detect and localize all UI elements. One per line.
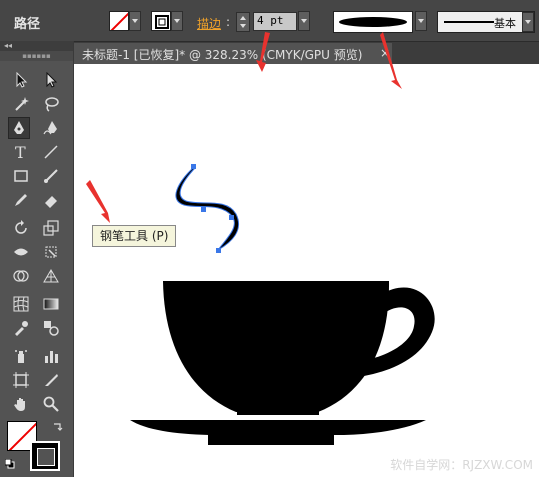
free-transform-tool-icon[interactable] (40, 241, 62, 263)
anchor-point[interactable] (229, 215, 234, 220)
stroke-color-swatch[interactable] (151, 11, 171, 31)
stroke-panel-link[interactable]: 描边 (197, 15, 221, 32)
spinner-arrows-icon (240, 16, 246, 28)
rectangle-tool-icon[interactable] (10, 165, 32, 187)
eraser-tool-icon[interactable] (40, 189, 62, 211)
stroke-color-dropdown[interactable] (171, 11, 183, 31)
stroke-weight-spinner[interactable] (236, 12, 250, 32)
document-tab[interactable]: 未标题-1 [已恢复]* @ 328.23% (CMYK/GPU 预览) × (74, 43, 392, 64)
cup-base (237, 404, 319, 415)
pencil-tool-icon[interactable] (10, 189, 32, 211)
width-profile-dropdown[interactable] (415, 11, 427, 31)
hand-tool-icon[interactable] (10, 393, 32, 415)
object-type-label: 路径 (14, 17, 41, 32)
selection-tool-icon[interactable] (10, 69, 32, 91)
anchor-point[interactable] (216, 248, 221, 253)
zoom-tool-icon[interactable] (40, 393, 62, 415)
slice-tool-icon[interactable] (40, 369, 62, 391)
default-fill-stroke-icon[interactable] (5, 459, 15, 469)
rotate-tool-icon[interactable] (10, 217, 32, 239)
eyedropper-tool-icon[interactable] (10, 317, 32, 339)
svg-text:T: T (15, 144, 26, 160)
type-tool-icon[interactable]: T (10, 141, 32, 163)
gradient-tool-icon[interactable] (40, 293, 62, 315)
symbol-sprayer-tool-icon[interactable] (10, 345, 32, 367)
stroke-colon: : (226, 15, 231, 29)
panel-grip[interactable]: ▪▪▪▪▪▪ (0, 51, 73, 61)
panel-collapse-icon[interactable]: ◂◂ (0, 41, 73, 51)
brush-stroke-icon (444, 21, 494, 23)
shape-builder-tool-icon[interactable] (10, 265, 32, 287)
width-profile-icon (339, 17, 407, 27)
mesh-tool-icon[interactable] (10, 293, 32, 315)
brush-dropdown[interactable] (522, 12, 534, 32)
stroke-weight-input[interactable]: 4 pt (253, 12, 297, 31)
watermark: 软件自学网：RJZXW.COM (390, 458, 533, 472)
document-tab-bar: 未标题-1 [已恢复]* @ 328.23% (CMYK/GPU 预览) × (74, 42, 539, 64)
stroke-square-icon (155, 15, 169, 29)
line-segment-tool-icon[interactable] (40, 141, 62, 163)
steam-path (175, 166, 240, 251)
none-slash-icon (110, 12, 128, 30)
blend-tool-icon[interactable] (40, 317, 62, 339)
magic-wand-tool-icon[interactable] (10, 93, 32, 115)
curvature-tool-icon[interactable] (40, 117, 62, 139)
stroke-weight-dropdown[interactable] (298, 11, 310, 31)
column-graph-tool-icon[interactable] (40, 345, 62, 367)
saucer-foot (208, 432, 334, 445)
width-tool-icon[interactable] (10, 241, 32, 263)
close-icon[interactable]: × (380, 46, 390, 60)
paintbrush-tool-icon[interactable] (40, 165, 62, 187)
cup-body (163, 281, 390, 412)
scale-tool-icon[interactable] (40, 217, 62, 239)
brush-definition[interactable]: 基本 (437, 11, 535, 33)
variable-width-profile[interactable] (333, 11, 413, 33)
document-tab-title: 未标题-1 [已恢复]* @ 328.23% (CMYK/GPU 预览) (82, 48, 363, 62)
artboard-canvas[interactable]: 钢笔工具 (P) 软件自学网：RJZXW.COM (74, 64, 539, 477)
swap-fill-stroke-icon[interactable] (53, 421, 63, 431)
pen-tool-icon[interactable] (8, 117, 30, 139)
stroke-swatch[interactable] (30, 441, 60, 471)
anchor-point[interactable] (191, 164, 196, 169)
anchor-point[interactable] (201, 207, 206, 212)
artwork (130, 164, 435, 445)
brush-label: 基本 (494, 17, 516, 30)
perspective-grid-tool-icon[interactable] (40, 265, 62, 287)
artboard-tool-icon[interactable] (10, 369, 32, 391)
pen-tool-tooltip: 钢笔工具 (P) (92, 225, 177, 247)
fill-color-dropdown[interactable] (129, 11, 141, 31)
fill-color-swatch[interactable] (109, 11, 129, 31)
direct-selection-tool-icon[interactable] (40, 69, 62, 91)
control-bar: 路径 描边 : 4 pt 基本 (0, 0, 539, 42)
lasso-tool-icon[interactable] (40, 93, 62, 115)
tools-panel: ◂◂ ▪▪▪▪▪▪ T (0, 41, 74, 477)
